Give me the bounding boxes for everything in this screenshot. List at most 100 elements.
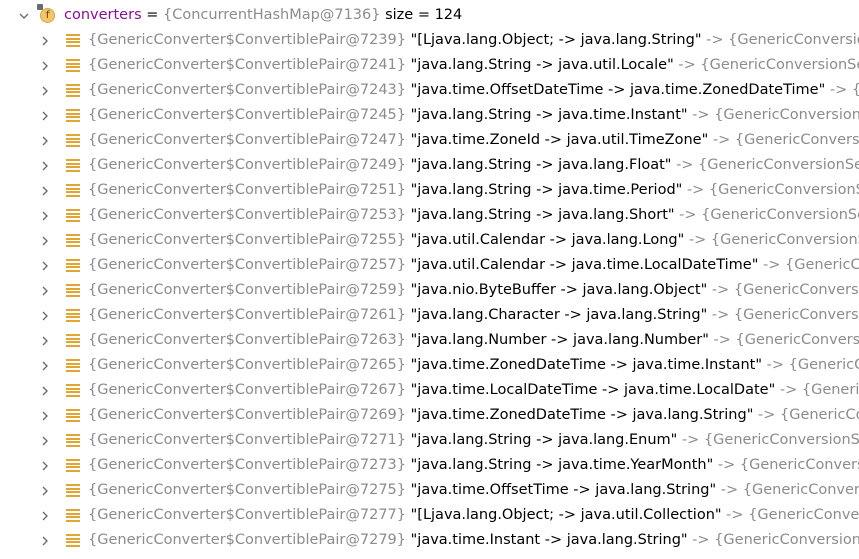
chevron-right-icon[interactable] [39, 528, 51, 553]
chevron-right-icon[interactable] [39, 78, 51, 103]
pair-type: {GenericConverter$ConvertiblePair@7247} [88, 132, 407, 148]
chevron-right-icon[interactable] [39, 503, 51, 528]
tree-node-converters[interactable]: f converters = {ConcurrentHashMap@7136} … [0, 3, 859, 28]
chevron-right-icon[interactable] [39, 103, 51, 128]
pair-key: "java.lang.String -> java.lang.Float" [410, 157, 672, 173]
row-text: {GenericConverter$ConvertiblePair@7279} … [88, 528, 859, 553]
row-text: {GenericConverter$ConvertiblePair@7275} … [88, 478, 859, 503]
chevron-right-icon[interactable] [39, 378, 51, 403]
pair-type: {GenericConverter$ConvertiblePair@7241} [88, 57, 407, 73]
arrow: -> [684, 232, 711, 248]
map-entry-icon [66, 484, 80, 497]
tree-row[interactable]: {GenericConverter$ConvertiblePair@7259} … [0, 278, 859, 303]
pair-key: "java.time.ZonedDateTime -> java.time.In… [410, 357, 763, 373]
tree-row[interactable]: {GenericConverter$ConvertiblePair@7257} … [0, 253, 859, 278]
tree-row[interactable]: {GenericConverter$ConvertiblePair@7273} … [0, 453, 859, 478]
pair-type: {GenericConverter$ConvertiblePair@7265} [88, 357, 407, 373]
chevron-right-icon[interactable] [39, 203, 51, 228]
tree-row[interactable]: {GenericConverter$ConvertiblePair@7267} … [0, 378, 859, 403]
row-text: {GenericConverter$ConvertiblePair@7243} … [88, 78, 859, 103]
pair-type: {GenericConverter$ConvertiblePair@7277} [88, 507, 407, 523]
tree-row[interactable]: {GenericConverter$ConvertiblePair@7275} … [0, 478, 859, 503]
chevron-right-icon[interactable] [39, 228, 51, 253]
tree-row[interactable]: {GenericConverter$ConvertiblePair@7277} … [0, 503, 859, 528]
map-entry-icon [66, 259, 80, 272]
tree-row[interactable]: {GenericConverter$ConvertiblePair@7251} … [0, 178, 859, 203]
map-entry-icon [66, 234, 80, 247]
chevron-right-icon[interactable] [39, 128, 51, 153]
converter-value: {GenericConversionServi [698, 157, 859, 173]
converter-value: {GenericConv [785, 257, 859, 273]
arrow: -> [716, 482, 743, 498]
chevron-right-icon[interactable] [39, 428, 51, 453]
chevron-right-icon[interactable] [39, 53, 51, 78]
tree-row[interactable]: {GenericConverter$ConvertiblePair@7247} … [0, 128, 859, 153]
pair-key: "java.util.Calendar -> java.lang.Long" [410, 232, 685, 248]
pair-key: "java.lang.String -> java.time.YearMonth… [410, 457, 714, 473]
pair-type: {GenericConverter$ConvertiblePair@7269} [88, 407, 407, 423]
pair-type: {GenericConverter$ConvertiblePair@7249} [88, 157, 407, 173]
tree-row[interactable]: {GenericConverter$ConvertiblePair@7255} … [0, 228, 859, 253]
arrow: -> [677, 432, 704, 448]
variables-tree: f converters = {ConcurrentHashMap@7136} … [0, 3, 859, 553]
pair-key: "java.util.Calendar -> java.time.LocalDa… [410, 257, 759, 273]
tree-row[interactable]: {GenericConverter$ConvertiblePair@7241} … [0, 53, 859, 78]
tree-row[interactable]: {GenericConverter$ConvertiblePair@7269} … [0, 403, 859, 428]
map-entry-icon [66, 309, 80, 322]
row-text: {GenericConverter$ConvertiblePair@7251} … [88, 178, 859, 203]
pair-type: {GenericConverter$ConvertiblePair@7255} [88, 232, 407, 248]
lock-icon [37, 4, 43, 10]
row-text: {GenericConverter$ConvertiblePair@7239} … [88, 28, 859, 53]
chevron-right-icon[interactable] [39, 153, 51, 178]
tree-row[interactable]: {GenericConverter$ConvertiblePair@7249} … [0, 153, 859, 178]
chevron-right-icon[interactable] [39, 478, 51, 503]
row-text: {GenericConverter$ConvertiblePair@7257} … [88, 253, 859, 278]
chevron-right-icon[interactable] [39, 328, 51, 353]
map-entry-icon [66, 359, 80, 372]
pair-type: {GenericConverter$ConvertiblePair@7273} [88, 457, 407, 473]
arrow: -> [708, 132, 735, 148]
chevron-right-icon[interactable] [39, 253, 51, 278]
chevron-down-icon[interactable] [18, 3, 30, 28]
map-entry-icon [66, 59, 80, 72]
pair-type: {GenericConverter$ConvertiblePair@7275} [88, 482, 407, 498]
arrow: -> [762, 357, 789, 373]
map-entry-icon [66, 434, 80, 447]
tree-row[interactable]: {GenericConverter$ConvertiblePair@7261} … [0, 303, 859, 328]
chevron-right-icon[interactable] [39, 353, 51, 378]
tree-row[interactable]: {GenericConverter$ConvertiblePair@7239} … [0, 28, 859, 53]
converter-value: {GenericConversionSe [733, 282, 859, 298]
row-text: {GenericConverter$ConvertiblePair@7247} … [88, 128, 859, 153]
tree-row[interactable]: {GenericConverter$ConvertiblePair@7243} … [0, 78, 859, 103]
tree-row[interactable]: {GenericConverter$ConvertiblePair@7245} … [0, 103, 859, 128]
converter-value: {GenericConversionS [733, 307, 859, 323]
pair-key: "[Ljava.lang.Object; -> java.util.Collec… [410, 507, 722, 523]
map-size: size = 124 [380, 7, 463, 23]
chevron-right-icon[interactable] [39, 178, 51, 203]
pair-type: {GenericConverter$ConvertiblePair@7243} [88, 82, 407, 98]
chevron-right-icon[interactable] [39, 278, 51, 303]
chevron-right-icon[interactable] [39, 453, 51, 478]
map-entry-icon [66, 334, 80, 347]
chevron-right-icon[interactable] [39, 403, 51, 428]
field-type: {ConcurrentHashMap@7136} [163, 7, 381, 23]
pair-key: "java.lang.Character -> java.lang.String… [410, 307, 708, 323]
arrow: -> [708, 332, 736, 348]
row-text: {GenericConverter$ConvertiblePair@7263} … [88, 328, 859, 353]
tree-row[interactable]: {GenericConverter$ConvertiblePair@7253} … [0, 203, 859, 228]
row-text: {GenericConverter$ConvertiblePair@7245} … [88, 103, 859, 128]
chevron-right-icon[interactable] [39, 303, 51, 328]
converter-value: {GenericConversionServ [700, 57, 859, 73]
tree-row[interactable]: {GenericConverter$ConvertiblePair@7279} … [0, 528, 859, 553]
arrow: -> [701, 32, 729, 48]
tree-row[interactable]: {GenericConverter$ConvertiblePair@7271} … [0, 428, 859, 453]
row-text: {GenericConverter$ConvertiblePair@7271} … [88, 428, 859, 453]
map-entry-icon [66, 534, 80, 547]
pair-key: "java.nio.ByteBuffer -> java.lang.Object… [410, 282, 708, 298]
map-entry-icon [66, 84, 80, 97]
tree-row[interactable]: {GenericConverter$ConvertiblePair@7263} … [0, 328, 859, 353]
tree-row[interactable]: {GenericConverter$ConvertiblePair@7265} … [0, 353, 859, 378]
arrow: -> [753, 407, 780, 423]
chevron-right-icon[interactable] [39, 28, 51, 53]
arrow: -> [687, 532, 715, 548]
